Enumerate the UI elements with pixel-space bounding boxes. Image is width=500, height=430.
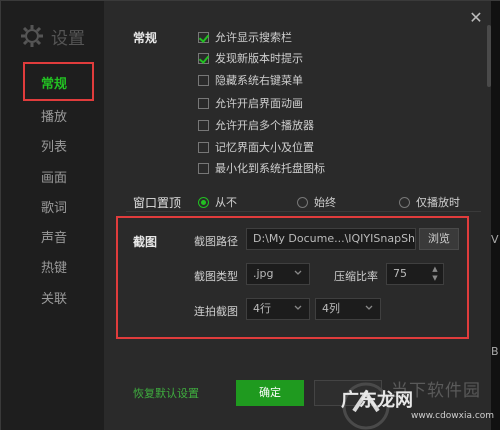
option-label: 允许显示搜索栏 [215, 31, 292, 44]
checkbox[interactable] [198, 97, 209, 109]
burst-label: 连拍截图 [194, 305, 238, 318]
stepper-arrows-icon[interactable]: ▲ ▼ [431, 265, 439, 283]
option-multiple-players[interactable]: 允许开启多个播放器 [198, 117, 314, 133]
compress-label: 压缩比率 [334, 270, 378, 283]
option-show-search-bar[interactable]: 允许显示搜索栏 [198, 29, 292, 45]
sidebar: 设置 常规 播放 列表 画面 歌词 声音 热键 关联 [1, 1, 104, 430]
radio-always[interactable]: 始终 [297, 194, 336, 210]
chevron-down-icon [294, 270, 302, 275]
option-minimize-to-tray[interactable]: 最小化到系统托盘图标 [198, 160, 325, 176]
window-top-label: 窗口置顶 [133, 196, 182, 210]
sidebar-item-associations[interactable]: 关联 [41, 288, 67, 307]
checkbox[interactable] [198, 119, 209, 131]
rows-value: 4行 [253, 302, 271, 315]
compress-stepper[interactable]: 75 ▲ ▼ [386, 263, 444, 285]
sidebar-item-lyrics[interactable]: 歌词 [41, 197, 67, 216]
checkbox[interactable] [198, 141, 209, 153]
option-ui-animation[interactable]: 允许开启界面动画 [198, 95, 303, 111]
radio-while-playing[interactable]: 仅播放时 [399, 194, 460, 210]
radio-label: 始终 [314, 196, 336, 209]
gear-icon [19, 23, 45, 49]
option-hide-context-menu[interactable]: 隐藏系统右键菜单 [198, 72, 303, 88]
browse-button[interactable]: 浏览 [419, 228, 459, 250]
path-label: 截图路径 [194, 235, 238, 248]
option-remember-window-size[interactable]: 记忆界面大小及位置 [198, 139, 314, 155]
sidebar-item-hotkeys[interactable]: 热键 [41, 257, 67, 276]
screenshot-section-label: 截图 [133, 235, 158, 249]
type-select[interactable]: .jpg [246, 263, 310, 285]
right-strip-fragment-a: V [491, 233, 499, 246]
option-label: 最小化到系统托盘图标 [215, 162, 325, 175]
general-section-label: 常规 [133, 31, 158, 45]
cols-select[interactable]: 4列 [315, 298, 381, 320]
radio-button[interactable] [297, 196, 308, 208]
sidebar-item-picture[interactable]: 画面 [41, 167, 67, 186]
right-strip-fragment-b: B [491, 345, 499, 358]
type-label: 截图类型 [194, 270, 238, 283]
checkbox[interactable] [198, 52, 209, 64]
radio-button[interactable] [198, 196, 209, 208]
option-new-version-notify[interactable]: 发现新版本时提示 [198, 50, 303, 66]
radio-never[interactable]: 从不 [198, 194, 237, 210]
settings-window: 设置 常规 播放 列表 画面 歌词 声音 热键 关联 ✕ V B 常规 允许显示… [0, 0, 500, 430]
watermark-logo: 广东龙网 [341, 390, 413, 411]
option-label: 发现新版本时提示 [215, 52, 303, 65]
chevron-down-icon [365, 305, 373, 310]
checkbox[interactable] [198, 74, 209, 86]
compress-value: 75 [393, 267, 407, 280]
sidebar-item-sound[interactable]: 声音 [41, 227, 67, 246]
close-icon[interactable]: ✕ [467, 9, 485, 27]
settings-header: 设置 [19, 23, 85, 49]
reset-defaults-link[interactable]: 恢复默认设置 [133, 385, 199, 401]
ok-button[interactable]: 确定 [236, 380, 304, 406]
option-label: 记忆界面大小及位置 [215, 141, 314, 154]
option-label: 允许开启界面动画 [215, 97, 303, 110]
type-value: .jpg [253, 267, 274, 280]
radio-label: 仅播放时 [416, 196, 460, 209]
option-label: 隐藏系统右键菜单 [215, 74, 303, 87]
rows-select[interactable]: 4行 [246, 298, 310, 320]
radio-label: 从不 [215, 196, 237, 209]
cols-value: 4列 [322, 302, 340, 315]
sidebar-item-playback[interactable]: 播放 [41, 106, 67, 125]
option-label: 允许开启多个播放器 [215, 119, 314, 132]
watermark-url: www.cdowxia.com [411, 411, 495, 421]
page-title: 设置 [51, 28, 85, 49]
right-edge-strip [491, 1, 500, 430]
chevron-down-icon [294, 305, 302, 310]
active-item-highlight [23, 62, 94, 101]
checkbox[interactable] [198, 162, 209, 174]
radio-button[interactable] [399, 196, 410, 208]
checkbox[interactable] [198, 31, 209, 43]
divider [126, 211, 481, 212]
path-field[interactable]: D:\My Docume...\IQIYISnapShot\ [246, 228, 416, 250]
sidebar-item-list[interactable]: 列表 [41, 136, 67, 155]
